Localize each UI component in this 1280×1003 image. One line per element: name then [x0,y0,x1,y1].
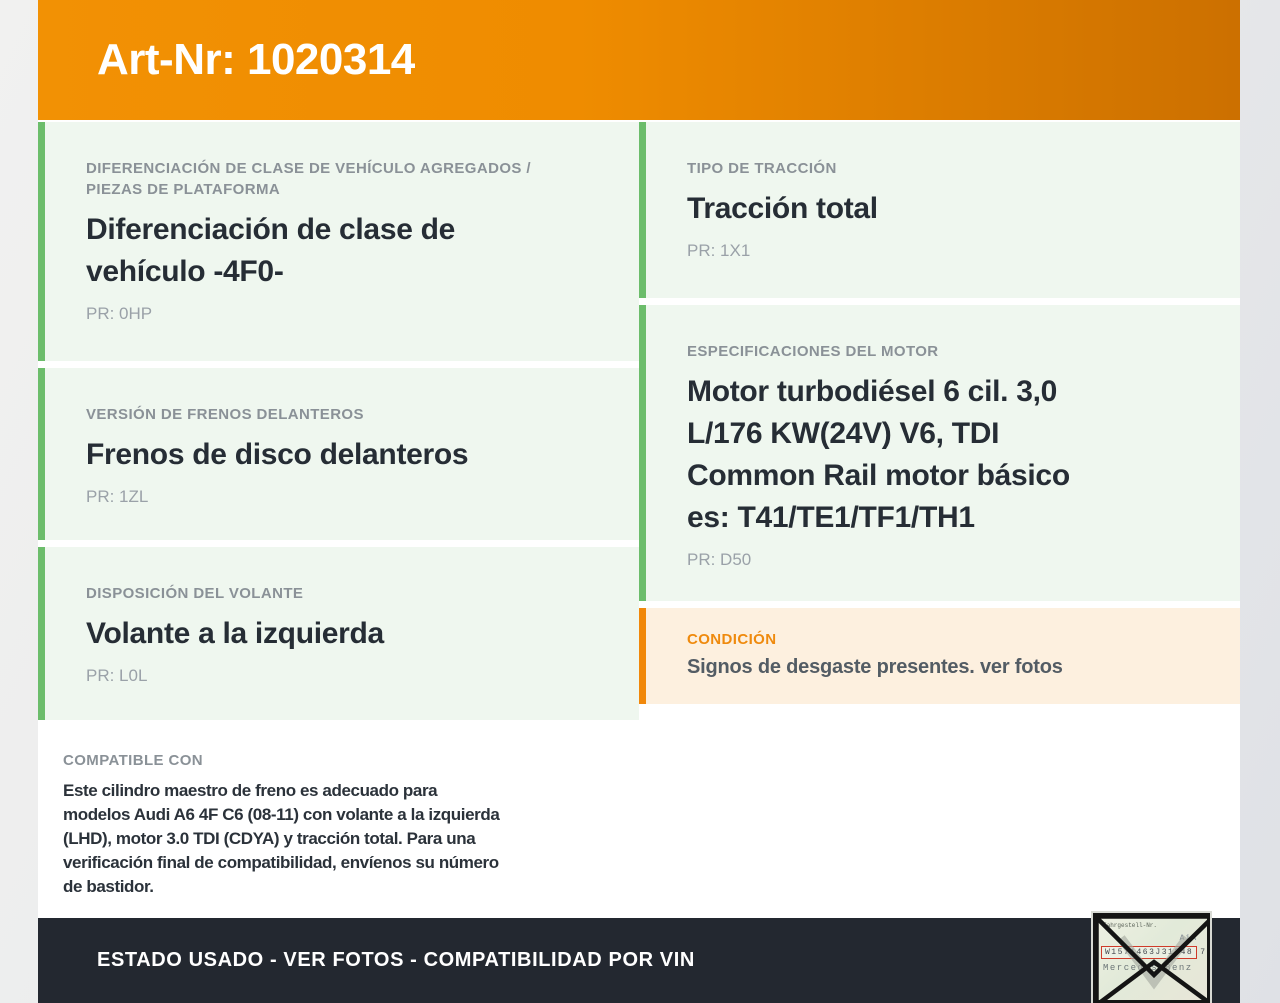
vin-document-thumbnail: Fahrgestell-Nr. AiA W1571463J31248 7 Mer… [1093,913,1210,1003]
article-number-title: Art-Nr: 1020314 [97,35,415,84]
condition-label: CONDICIÓN [687,631,777,648]
spec-card-traction: TIPO DE TRACCIÓN Tracción total PR: 1X1 [639,122,1240,298]
spec-card-vehicle-class: DIFERENCIACIÓN DE CLASE DE VEHÍCULO AGRE… [38,122,639,361]
right-column: TIPO DE TRACCIÓN Tracción total PR: 1X1 … [639,122,1240,915]
envelope-icon [1096,916,1207,1000]
spec-title: Frenos de disco delanteros [86,438,469,471]
footer-bar: ESTADO USADO - VER FOTOS - COMPATIBILIDA… [38,918,1240,1003]
spec-label: TIPO DE TRACCIÓN [687,160,837,177]
spec-title: Volante a la izquierda [86,617,384,650]
compatibility-label: COMPATIBLE CON [63,752,204,769]
pr-code: PR: D50 [687,550,752,569]
pr-code: PR: 1ZL [86,487,149,506]
spec-title: Tracción total [687,192,878,225]
compatibility-card: COMPATIBLE CON Este cilindro maestro de … [38,727,639,915]
footer-notice: ESTADO USADO - VER FOTOS - COMPATIBILIDA… [97,949,695,971]
spec-card-engine: ESPECIFICACIONES DEL MOTOR Motor turbodi… [639,305,1240,601]
pr-code: PR: 0HP [86,304,153,323]
compatibility-text: Este cilindro maestro de freno es adecua… [63,781,500,896]
spec-columns: DIFERENCIACIÓN DE CLASE DE VEHÍCULO AGRE… [38,122,1240,915]
pr-code: PR: L0L [86,666,148,685]
header-banner: Art-Nr: 1020314 [38,0,1240,120]
left-column: DIFERENCIACIÓN DE CLASE DE VEHÍCULO AGRE… [38,122,639,915]
condition-text: Signos de desgaste presentes. ver fotos [687,656,1063,678]
listing-page: Art-Nr: 1020314 DIFERENCIACIÓN DE CLASE … [38,0,1240,1003]
spec-label: VERSIÓN DE FRENOS DELANTEROS [86,406,364,423]
spec-title: Diferenciación de clase de vehículo -4F0… [86,213,456,288]
spec-card-steering: DISPOSICIÓN DEL VOLANTE Volante a la izq… [38,547,639,720]
condition-card: CONDICIÓN Signos de desgaste presentes. … [639,608,1240,704]
spec-card-front-brakes: VERSIÓN DE FRENOS DELANTEROS Frenos de d… [38,368,639,540]
spec-label: ESPECIFICACIONES DEL MOTOR [687,343,939,360]
spec-label: DIFERENCIACIÓN DE CLASE DE VEHÍCULO AGRE… [86,160,531,198]
spec-title: Motor turbodiésel 6 cil. 3,0 L/176 KW(24… [687,375,1070,534]
pr-code: PR: 1X1 [687,241,751,260]
spec-label: DISPOSICIÓN DEL VOLANTE [86,585,304,602]
